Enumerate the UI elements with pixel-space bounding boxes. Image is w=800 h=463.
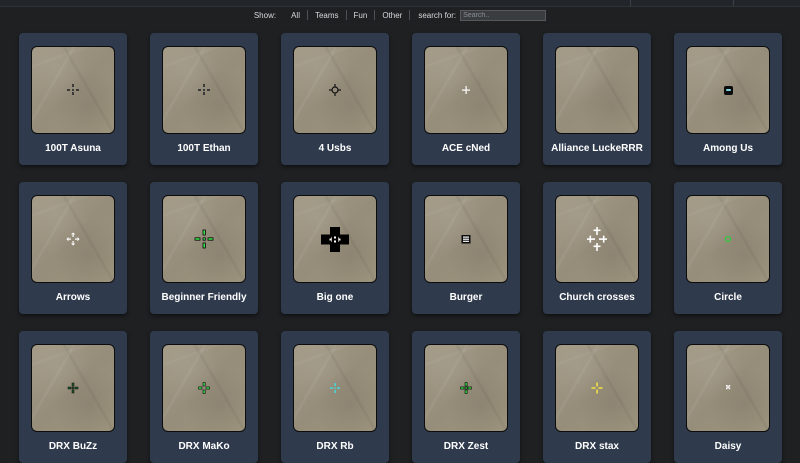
crosshair-preview bbox=[555, 46, 639, 134]
crosshair-card[interactable]: 100T Ethan bbox=[150, 33, 258, 165]
crosshair-cyan-plus-icon bbox=[330, 383, 340, 393]
top-nav-bar bbox=[0, 0, 800, 7]
filter-fun[interactable]: Fun bbox=[347, 11, 375, 20]
crosshair-card[interactable]: Burger bbox=[412, 182, 520, 314]
crosshair-card[interactable]: Arrows bbox=[19, 182, 127, 314]
crosshair-card[interactable]: Alliance LuckeRRR bbox=[543, 33, 651, 165]
crosshair-among-us-icon bbox=[724, 86, 733, 95]
crosshair-green-circle-icon bbox=[724, 235, 732, 243]
crosshair-dark-plus-dot-icon bbox=[67, 84, 79, 95]
crosshair-card[interactable]: DRX Rb bbox=[281, 331, 389, 463]
crosshair-preview bbox=[162, 46, 246, 134]
crosshair-preview bbox=[162, 344, 246, 432]
card-title: DRX MaKo bbox=[178, 441, 230, 452]
crosshair-yellow-plus-icon bbox=[591, 382, 603, 394]
filter-other[interactable]: Other bbox=[375, 11, 409, 20]
crosshair-burger-icon bbox=[461, 235, 471, 244]
crosshair-card[interactable]: DRX BuZz bbox=[19, 331, 127, 463]
crosshair-preview bbox=[424, 344, 508, 432]
card-title: Church crosses bbox=[559, 292, 635, 303]
nav-divider bbox=[630, 0, 631, 6]
crosshair-preview bbox=[686, 344, 770, 432]
crosshair-white-crosses-icon bbox=[587, 227, 607, 251]
crosshair-grid: 100T Asuna 100T Ethan 4 Usbs ACE cNed Al… bbox=[19, 33, 782, 463]
card-title: Daisy bbox=[714, 441, 742, 452]
crosshair-white-arrows-icon bbox=[66, 232, 80, 246]
crosshair-preview bbox=[31, 344, 115, 432]
crosshair-preview bbox=[424, 195, 508, 283]
search-label: search for: bbox=[418, 10, 457, 20]
crosshair-empty-icon bbox=[556, 47, 638, 133]
filter-all[interactable]: All bbox=[284, 11, 307, 20]
card-title: ACE cNed bbox=[441, 143, 491, 154]
filter-divider bbox=[409, 10, 411, 20]
crosshair-preview bbox=[293, 195, 377, 283]
card-title: 4 Usbs bbox=[318, 143, 352, 154]
crosshair-preview bbox=[686, 195, 770, 283]
crosshair-white-plus-icon bbox=[462, 86, 470, 94]
crosshair-preview bbox=[31, 195, 115, 283]
card-title: Among Us bbox=[703, 143, 753, 154]
card-title: DRX Zest bbox=[443, 441, 489, 452]
crosshair-big-black-plus-icon bbox=[321, 227, 349, 252]
crosshair-preview bbox=[424, 46, 508, 134]
search-input[interactable] bbox=[460, 9, 547, 21]
card-title: 100T Asuna bbox=[45, 143, 101, 154]
crosshair-black-circle-plus-icon bbox=[329, 84, 341, 96]
card-title: 100T Ethan bbox=[177, 143, 231, 154]
crosshair-card[interactable]: DRX MaKo bbox=[150, 331, 258, 463]
card-title: Arrows bbox=[55, 292, 91, 303]
crosshair-preview bbox=[293, 344, 377, 432]
filter-bar: Show: All Teams Fun Other search for: bbox=[0, 7, 800, 23]
crosshair-green-plus-icon bbox=[460, 382, 472, 394]
crosshair-card[interactable]: Beginner Friendly bbox=[150, 182, 258, 314]
card-title: Big one bbox=[316, 292, 354, 303]
crosshair-card[interactable]: Circle bbox=[674, 182, 782, 314]
crosshair-card[interactable]: 4 Usbs bbox=[281, 33, 389, 165]
card-title: Alliance LuckeRRR bbox=[551, 143, 643, 154]
card-title: DRX Rb bbox=[316, 441, 354, 452]
crosshair-preview bbox=[162, 195, 246, 283]
crosshair-dark-green-plus-icon bbox=[67, 382, 79, 394]
crosshair-preview bbox=[686, 46, 770, 134]
crosshair-green-plus-icon bbox=[198, 382, 210, 394]
crosshair-preview bbox=[293, 46, 377, 134]
card-title: Circle bbox=[714, 292, 742, 303]
card-title: Burger bbox=[449, 292, 483, 303]
show-label: Show: bbox=[253, 10, 277, 20]
crosshair-preview bbox=[31, 46, 115, 134]
crosshair-card[interactable]: Big one bbox=[281, 182, 389, 314]
crosshair-card[interactable]: Among Us bbox=[674, 33, 782, 165]
crosshair-card[interactable]: Daisy bbox=[674, 331, 782, 463]
card-title: DRX BuZz bbox=[48, 441, 98, 452]
nav-divider bbox=[733, 0, 734, 6]
crosshair-preview bbox=[555, 344, 639, 432]
crosshair-dark-plus-dot-icon bbox=[198, 84, 210, 95]
crosshair-card[interactable]: ACE cNed bbox=[412, 33, 520, 165]
crosshair-card[interactable]: DRX stax bbox=[543, 331, 651, 463]
crosshair-green-outline-plus-icon bbox=[194, 229, 214, 249]
card-title: DRX stax bbox=[575, 441, 619, 452]
card-title: Beginner Friendly bbox=[161, 292, 247, 303]
crosshair-card[interactable]: 100T Asuna bbox=[19, 33, 127, 165]
crosshair-preview bbox=[555, 195, 639, 283]
crosshair-card[interactable]: DRX Zest bbox=[412, 331, 520, 463]
crosshair-card[interactable]: Church crosses bbox=[543, 182, 651, 314]
filter-teams[interactable]: Teams bbox=[308, 11, 346, 20]
crosshair-white-flower-icon bbox=[726, 385, 731, 390]
